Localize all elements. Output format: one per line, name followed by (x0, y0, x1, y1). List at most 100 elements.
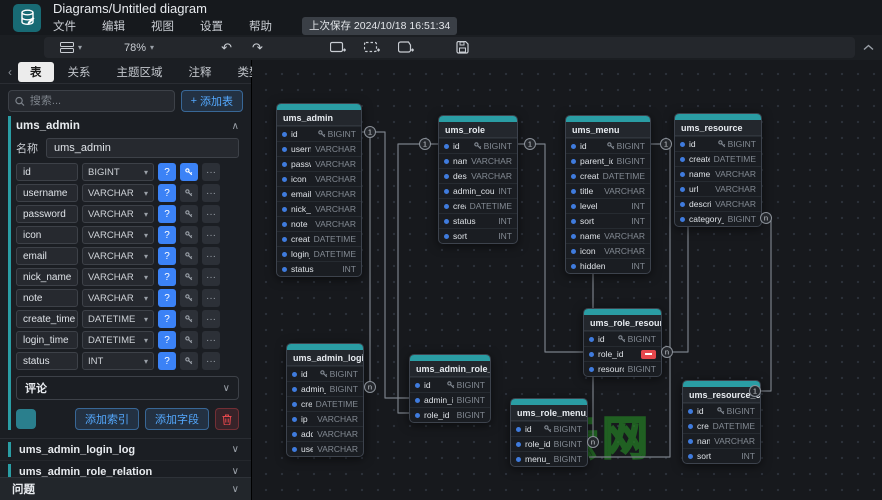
redo-button[interactable]: ↷ (245, 40, 270, 56)
cardinality-anchor: n (761, 213, 772, 224)
field-more-button[interactable]: ··· (202, 268, 220, 286)
accordion-ums_admin_login_log[interactable]: ums_admin_login_log ∨ (0, 439, 251, 461)
tab-主题区域[interactable]: 主题区域 (105, 62, 175, 82)
add-note-button[interactable] (392, 39, 420, 56)
add-area-button[interactable] (358, 39, 386, 56)
zoom-level-button[interactable]: 78% ▾ (118, 39, 160, 56)
field-name-input[interactable]: create_time (16, 310, 78, 328)
field-name-input[interactable]: password (16, 205, 78, 223)
chevron-down-icon: ∨ (232, 444, 239, 455)
cardinality-anchor: n (365, 382, 376, 393)
field-editor-row: passwordVARCHAR▾? ··· (16, 205, 239, 223)
primary-key-button[interactable] (180, 247, 198, 265)
field-more-button[interactable]: ··· (202, 226, 220, 244)
primary-key-button[interactable] (180, 310, 198, 328)
menu-item-视图[interactable]: 视图 (151, 18, 174, 34)
table-name-input[interactable]: ums_admin (46, 138, 239, 158)
app-header: Diagrams/Untitled diagram 文件编辑视图设置帮助 上次保… (0, 0, 882, 35)
add-field-button[interactable]: 添加字段 (145, 408, 209, 430)
field-name-input[interactable]: username (16, 184, 78, 202)
field-more-button[interactable]: ··· (202, 331, 220, 349)
field-name-input[interactable]: login_time (16, 331, 78, 349)
nullable-toggle-button[interactable]: ? (158, 289, 176, 307)
table-color-swatch[interactable] (16, 409, 36, 429)
cardinality-anchor: 1 (365, 127, 376, 138)
field-name-input[interactable]: nick_name (16, 268, 78, 286)
svg-text:1: 1 (423, 140, 427, 149)
nullable-toggle-button[interactable]: ? (158, 205, 176, 223)
field-more-button[interactable]: ··· (202, 184, 220, 202)
field-more-button[interactable]: ··· (202, 310, 220, 328)
primary-key-button[interactable] (180, 331, 198, 349)
field-more-button[interactable]: ··· (202, 352, 220, 370)
caret-down-icon: ▾ (78, 43, 82, 52)
nullable-toggle-button[interactable]: ? (158, 310, 176, 328)
tab-关系[interactable]: 关系 (56, 62, 103, 82)
add-table-icon (330, 41, 346, 54)
field-type-select[interactable]: INT▾ (82, 352, 154, 370)
primary-key-button[interactable] (180, 352, 198, 370)
nullable-toggle-button[interactable]: ? (158, 184, 176, 202)
field-type-select[interactable]: VARCHAR▾ (82, 205, 154, 223)
field-editor-row: login_timeDATETIME▾? ··· (16, 331, 239, 349)
field-more-button[interactable]: ··· (202, 247, 220, 265)
primary-key-button[interactable] (180, 184, 198, 202)
save-button[interactable] (450, 39, 475, 56)
tabs-scroll-left-icon[interactable]: ‹ (4, 65, 16, 79)
primary-key-button[interactable] (180, 226, 198, 244)
field-type-select[interactable]: DATETIME▾ (82, 310, 154, 328)
field-name-input[interactable]: icon (16, 226, 78, 244)
field-type-select[interactable]: BIGINT▾ (82, 163, 154, 181)
comment-section[interactable]: 评论 ∨ (16, 376, 239, 400)
menu-item-设置[interactable]: 设置 (200, 18, 223, 34)
field-editor-row: idBIGINT▾? ··· (16, 163, 239, 181)
nullable-toggle-button[interactable]: ? (158, 247, 176, 265)
field-type-select[interactable]: VARCHAR▾ (82, 289, 154, 307)
diagram-canvas[interactable]: 云网 ums_adminidBIGINTusernameVARCHARpassw… (252, 60, 882, 500)
toolbar: ▾ 78% ▾ ↶ ↷ (0, 35, 882, 60)
table-accordion-header[interactable]: ums_admin ∧ (16, 116, 251, 136)
field-more-button[interactable]: ··· (202, 289, 220, 307)
delete-table-button[interactable] (215, 408, 239, 430)
field-type-select[interactable]: VARCHAR▾ (82, 226, 154, 244)
field-name-input[interactable]: email (16, 247, 78, 265)
nullable-toggle-button[interactable]: ? (158, 268, 176, 286)
nullable-toggle-button[interactable]: ? (158, 331, 176, 349)
field-name-input[interactable]: id (16, 163, 78, 181)
field-type-select[interactable]: VARCHAR▾ (82, 247, 154, 265)
issues-bar[interactable]: 问题 ∨ (0, 477, 251, 500)
field-name-input[interactable]: note (16, 289, 78, 307)
menu-item-编辑[interactable]: 编辑 (102, 18, 125, 34)
menu-item-帮助[interactable]: 帮助 (249, 18, 272, 34)
undo-button[interactable]: ↶ (214, 40, 239, 56)
field-name-input[interactable]: status (16, 352, 78, 370)
tab-表[interactable]: 表 (18, 62, 54, 82)
collapse-header-button[interactable] (863, 44, 874, 51)
caret-down-icon: ▾ (144, 294, 148, 303)
field-type-select[interactable]: VARCHAR▾ (82, 184, 154, 202)
menu-item-文件[interactable]: 文件 (53, 18, 76, 34)
search-icon (15, 96, 25, 107)
field-type-select[interactable]: DATETIME▾ (82, 331, 154, 349)
nullable-toggle-button[interactable]: ? (158, 163, 176, 181)
primary-key-button[interactable] (180, 205, 198, 223)
field-more-button[interactable]: ··· (202, 205, 220, 223)
sidebar-tabs: ‹ 表关系主题区域注释类型 › (0, 60, 251, 84)
primary-key-button[interactable] (180, 289, 198, 307)
nullable-toggle-button[interactable]: ? (158, 352, 176, 370)
tab-注释[interactable]: 注释 (177, 62, 224, 82)
add-table-button[interactable] (324, 39, 352, 56)
primary-key-button[interactable] (180, 268, 198, 286)
field-editor-row: nick_nameVARCHAR▾? ··· (16, 268, 239, 286)
chevron-down-icon: ∨ (232, 466, 239, 477)
add-table-sidebar-button[interactable]: + 添加表 (181, 90, 243, 112)
primary-key-button[interactable] (180, 163, 198, 181)
add-index-button[interactable]: 添加索引 (75, 408, 139, 430)
field-type-select[interactable]: VARCHAR▾ (82, 268, 154, 286)
document-title[interactable]: Diagrams/Untitled diagram (53, 1, 457, 16)
layout-menu-button[interactable]: ▾ (54, 39, 88, 56)
field-more-button[interactable]: ··· (202, 163, 220, 181)
nullable-toggle-button[interactable]: ? (158, 226, 176, 244)
table-color-bar (8, 442, 11, 457)
search-input[interactable] (8, 90, 175, 112)
